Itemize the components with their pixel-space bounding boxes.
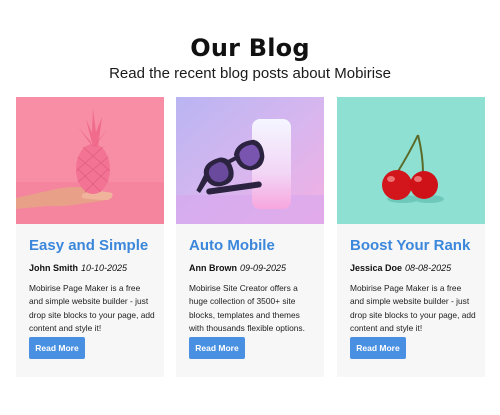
blog-card: Auto Mobile Ann Brown 09-09-2025 Mobirise…: [176, 97, 324, 377]
card-image-cherries: [337, 97, 485, 224]
card-image-pineapple: [16, 97, 164, 224]
card-author: Ann Brown: [189, 263, 237, 273]
card-body: Auto Mobile Ann Brown 09-09-2025 Mobirise…: [189, 236, 316, 335]
read-more-button[interactable]: Read More: [350, 337, 406, 359]
card-author: John Smith: [29, 263, 78, 273]
card-description: Mobirise Page Maker is a free and simple…: [350, 283, 476, 333]
section-subtitle: Read the recent blog posts about Mobiris…: [109, 65, 391, 82]
card-title[interactable]: Boost Your Rank: [350, 236, 477, 256]
card-date: 09-09-2025: [240, 263, 287, 273]
card-date: 08-08-2025: [405, 263, 452, 273]
blog-card: Easy and Simple John Smith 10-10-2025 Mob…: [16, 97, 164, 377]
card-description: Mobirise Site Creator offers a huge coll…: [189, 283, 305, 333]
card-meta: Jessica Doe 08-08-2025: [350, 262, 477, 274]
sunglasses-image: [176, 97, 324, 224]
card-meta: Ann Brown 09-09-2025: [189, 262, 316, 274]
section-title: Our Blog: [190, 34, 310, 62]
read-more-button[interactable]: Read More: [29, 337, 85, 359]
card-body: Easy and Simple John Smith 10-10-2025 Mob…: [29, 236, 156, 335]
card-description: Mobirise Page Maker is a free and simple…: [29, 283, 155, 333]
card-body: Boost Your Rank Jessica Doe 08-08-2025 Mo…: [350, 236, 477, 335]
card-meta: John Smith 10-10-2025: [29, 262, 156, 274]
card-author: Jessica Doe: [350, 263, 403, 273]
blog-card: Boost Your Rank Jessica Doe 08-08-2025 Mo…: [337, 97, 485, 377]
pineapple-image: [16, 97, 164, 224]
card-date: 10-10-2025: [81, 263, 128, 273]
blog-cards: Easy and Simple John Smith 10-10-2025 Mob…: [16, 97, 485, 377]
cherries-image: [337, 97, 485, 224]
card-title[interactable]: Auto Mobile: [189, 236, 316, 256]
card-image-sunglasses: [176, 97, 324, 224]
read-more-button[interactable]: Read More: [189, 337, 245, 359]
card-title[interactable]: Easy and Simple: [29, 236, 156, 256]
